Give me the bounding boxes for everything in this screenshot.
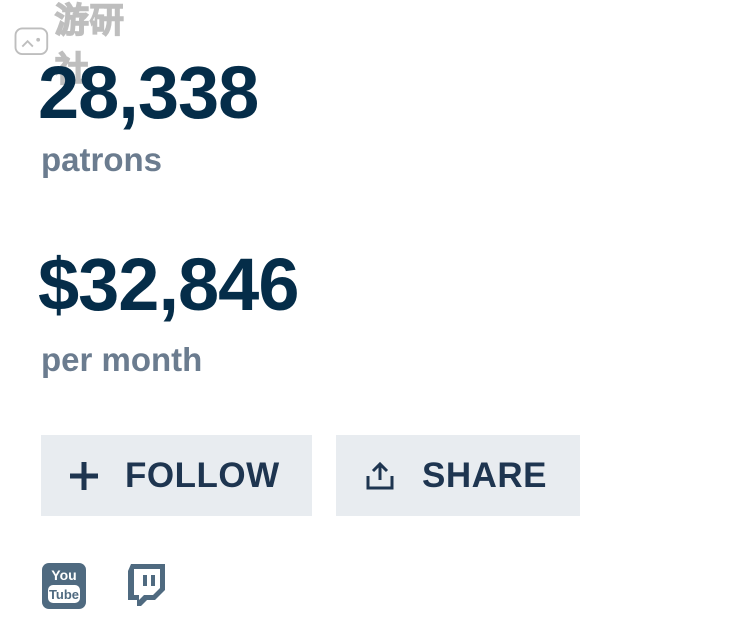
- twitch-link[interactable]: [125, 562, 167, 613]
- patrons-count: 28,338: [38, 51, 259, 134]
- follow-button[interactable]: FOLLOW: [41, 435, 312, 516]
- share-button-label: SHARE: [422, 455, 548, 495]
- share-upload-icon: [364, 461, 396, 491]
- twitch-icon: [128, 564, 165, 606]
- youtube-logo-top: You: [51, 567, 76, 583]
- share-button[interactable]: SHARE: [336, 435, 580, 516]
- youtube-icon: You Tube: [42, 563, 86, 609]
- plus-icon: [69, 461, 99, 491]
- follow-button-label: FOLLOW: [125, 455, 280, 495]
- monthly-earnings-label: per month: [41, 341, 203, 378]
- monthly-earnings-amount: $32,846: [38, 243, 299, 326]
- patrons-label: patrons: [41, 141, 163, 178]
- youtube-logo-bottom: Tube: [49, 587, 79, 602]
- youtube-link[interactable]: You Tube: [41, 562, 87, 615]
